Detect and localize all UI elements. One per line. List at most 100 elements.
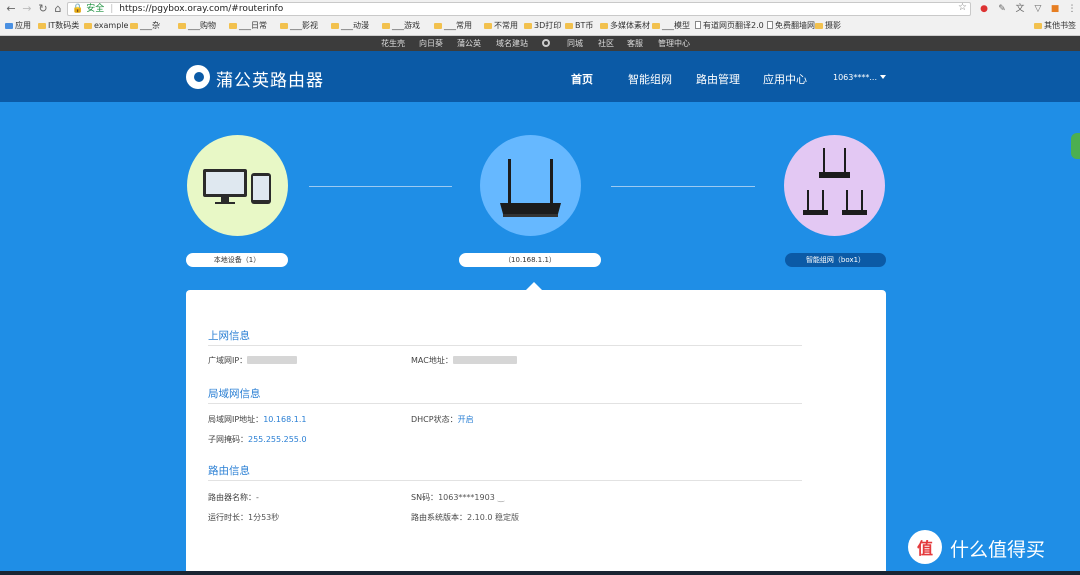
lan-ip-value: 10.168.1.1 <box>263 415 307 424</box>
local-devices-node[interactable] <box>187 135 288 236</box>
router-info-title: 路由信息 <box>208 465 250 477</box>
folder-icon <box>130 23 138 29</box>
folder-icon <box>84 23 92 29</box>
side-float-tab[interactable] <box>1071 133 1080 159</box>
browser-chrome: ← → ↻ ⌂ 🔒 安全 | https://pgybox.oray.com/#rou… <box>0 0 1080 36</box>
secure-label: 安全 <box>86 4 105 14</box>
bookmark-folder[interactable]: 多媒体素材 <box>600 18 650 34</box>
internet-info-title: 上网信息 <box>208 330 250 342</box>
section-divider <box>208 403 802 404</box>
topbar-link[interactable]: 蒲公英 <box>457 36 481 51</box>
oray-logo-icon[interactable] <box>542 39 550 47</box>
translate-extension-icon[interactable]: 文 <box>1014 3 1026 15</box>
nav-app-center[interactable]: 应用中心 <box>763 71 807 87</box>
sn-field: SN码：1063****1903 ‿ <box>411 493 505 502</box>
sn-value: 1063****1903 <box>438 493 495 502</box>
lan-info-title: 局域网信息 <box>208 388 261 400</box>
bookmark-page[interactable]: 有道网页翻译2.0 <box>695 18 764 34</box>
nav-home[interactable]: 首页 <box>571 71 593 87</box>
extension-icon[interactable]: ✎ <box>996 3 1008 15</box>
bookmark-folder[interactable]: ___日常 <box>229 18 267 34</box>
back-icon[interactable]: ← <box>4 2 18 16</box>
bookmark-folder[interactable]: 不常用 <box>484 18 518 34</box>
bookmark-star-icon[interactable]: ☆ <box>958 2 970 14</box>
home-icon[interactable]: ⌂ <box>51 2 65 16</box>
topbar-link[interactable]: 社区 <box>598 36 614 51</box>
topbar-link[interactable]: 同城 <box>567 36 583 51</box>
topbar-link[interactable]: 域名建站 <box>496 36 528 51</box>
apps-icon <box>5 23 13 29</box>
mac-field: MAC地址： <box>411 355 517 366</box>
folder-icon <box>815 23 823 29</box>
bookmark-folder[interactable]: ___购物 <box>178 18 216 34</box>
dhcp-value[interactable]: 开启 <box>458 415 474 424</box>
nav-smart-network[interactable]: 智能组网 <box>628 71 672 87</box>
bookmark-page[interactable]: 免费翻墙网 <box>767 18 815 34</box>
connection-line <box>611 186 755 187</box>
bookmark-folder[interactable]: 3D打印 <box>524 18 561 34</box>
mesh-network-label[interactable]: 智能组网（box1） <box>785 253 886 267</box>
bookmark-folder[interactable]: BT币 <box>565 18 593 34</box>
bookmark-folder[interactable]: ___游戏 <box>382 18 420 34</box>
site-header: 蒲公英路由器 首页 智能组网 路由管理 应用中心 1063****... <box>0 51 1080 102</box>
lan-ip-field: 局域网IP地址：10.168.1.1 <box>208 415 307 424</box>
url-bar[interactable]: 🔒 安全 | https://pgybox.oray.com/#routerinfo <box>67 2 971 16</box>
opera-extension-icon[interactable]: ● <box>978 3 990 15</box>
bookmark-folder[interactable]: ___常用 <box>434 18 472 34</box>
mesh-network-node[interactable] <box>784 135 885 236</box>
bookmark-folder[interactable]: example <box>84 18 128 34</box>
firmware-version-field: 路由系统版本：2.10.0 稳定版 <box>411 513 519 522</box>
logo-text[interactable]: 蒲公英路由器 <box>216 66 324 91</box>
folder-icon <box>524 23 532 29</box>
bookmark-folder[interactable]: ___杂 <box>130 18 160 34</box>
os-taskbar <box>0 571 1080 575</box>
topbar-link[interactable]: 向日葵 <box>419 36 443 51</box>
folder-icon <box>600 23 608 29</box>
router-info-card: 上网信息 广域网IP： MAC地址： 局域网信息 局域网IP地址：10.168.… <box>186 290 886 575</box>
page-icon <box>767 21 773 29</box>
user-menu[interactable]: 1063****... <box>833 73 886 82</box>
user-id: 1063****... <box>833 73 877 82</box>
uptime-field: 运行时长：1分53秒 <box>208 513 280 522</box>
bookmark-folder[interactable]: IT数码类 <box>38 18 79 34</box>
folder-icon <box>280 23 288 29</box>
folder-icon <box>484 23 492 29</box>
bookmark-folder[interactable]: 摄影 <box>815 18 841 34</box>
topbar-link[interactable]: 客服 <box>627 36 643 51</box>
mesh-routers-icon <box>803 148 867 215</box>
firmware-version-value: 2.10.0 稳定版 <box>467 513 519 522</box>
router-name-field: 路由器名称：- <box>208 493 259 502</box>
eye-icon[interactable]: ‿ <box>498 493 504 502</box>
bookmarks-bar: 应用 IT数码类 example ___杂 ___购物 ___日常 ___影视 … <box>0 18 1080 34</box>
lock-icon: 🔒 <box>72 4 84 14</box>
topbar-link[interactable]: 管理中心 <box>658 36 690 51</box>
bookmark-folder[interactable]: ___动漫 <box>331 18 369 34</box>
folder-icon <box>331 23 339 29</box>
section-divider <box>208 345 802 346</box>
watermark-text: 什么值得买 <box>950 539 1046 561</box>
shield-extension-icon[interactable]: ▽ <box>1032 3 1044 15</box>
bookmark-folder[interactable]: ___影视 <box>280 18 318 34</box>
url-separator: | <box>110 4 114 14</box>
bookmark-apps[interactable]: 应用 <box>5 18 31 34</box>
router-name-value: - <box>256 493 259 502</box>
topbar-link[interactable]: 花生壳 <box>381 36 405 51</box>
subnet-mask-value: 255.255.255.0 <box>248 435 307 444</box>
reload-icon[interactable]: ↻ <box>36 2 50 16</box>
menu-icon[interactable]: ⋮ <box>1066 3 1078 15</box>
router-node[interactable] <box>480 135 581 236</box>
local-devices-label[interactable]: 本地设备（1） <box>186 253 288 267</box>
url-text: https://pgybox.oray.com/#routerinfo <box>119 4 284 14</box>
router-ip-label[interactable]: （10.168.1.1） <box>459 253 601 267</box>
logo-icon[interactable] <box>186 65 210 89</box>
folder-icon <box>178 23 186 29</box>
card-pointer <box>526 282 542 290</box>
forward-icon[interactable]: → <box>20 2 34 16</box>
dhcp-field: DHCP状态：开启 <box>411 415 474 424</box>
orange-extension-icon[interactable]: ■ <box>1049 3 1061 15</box>
watermark-badge: 值 <box>908 530 942 564</box>
bookmark-folder[interactable]: ___模型 <box>652 18 690 34</box>
nav-router-management[interactable]: 路由管理 <box>696 71 740 87</box>
uptime-value: 1分53秒 <box>248 513 280 522</box>
bookmark-other[interactable]: 其他书签 <box>1034 18 1076 34</box>
